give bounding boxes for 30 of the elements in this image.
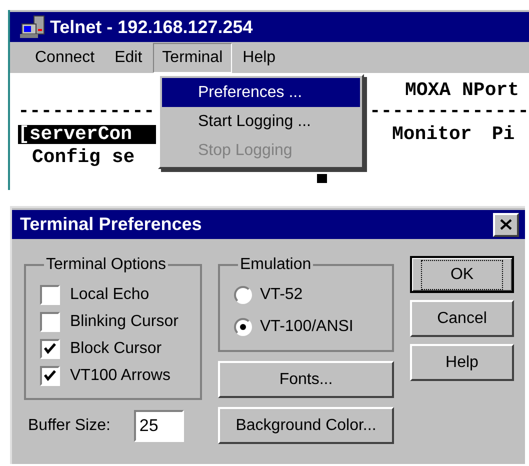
- dialog-button[interactable]: Help: [410, 344, 514, 381]
- terminal-text: Pi: [492, 124, 515, 144]
- terminal-text: Config se: [32, 148, 135, 167]
- radio-label: VT-100/ANSI: [260, 317, 354, 337]
- checkbox-label: Block Cursor: [70, 338, 162, 358]
- group-title: Terminal Options: [45, 255, 168, 275]
- terminal-text: Monitor: [392, 124, 472, 144]
- dialog-button[interactable]: Fonts...: [218, 361, 394, 398]
- menu-item[interactable]: Edit: [106, 42, 152, 72]
- menu-option[interactable]: Start Logging ...: [162, 107, 360, 136]
- buffer-size-field[interactable]: 25: [134, 410, 184, 442]
- menu-item[interactable]: Connect: [26, 42, 104, 72]
- dialog-button[interactable]: Background Color...: [218, 407, 394, 444]
- checkbox-label: Local Echo: [70, 284, 150, 304]
- checkbox-label: VT100 Arrows: [70, 366, 170, 386]
- menu-option[interactable]: Preferences ...: [162, 78, 360, 107]
- menu-item[interactable]: Help: [234, 42, 285, 72]
- terminal-text: ------------: [18, 102, 155, 120]
- checkbox-label: Blinking Cursor: [70, 312, 178, 332]
- terminal-text: MOXA NPort: [405, 81, 520, 100]
- menu-item[interactable]: Terminal: [153, 42, 232, 72]
- window-title: Telnet - 192.168.127.254: [50, 16, 253, 38]
- dialog-button[interactable]: OK: [410, 256, 514, 293]
- radio-label: VT-52: [260, 285, 303, 305]
- terminal-text: --------------: [369, 102, 529, 120]
- dialog-title: Terminal Preferences: [20, 213, 202, 236]
- group-title: Emulation: [239, 255, 312, 275]
- terminal-text: [serverCon: [18, 124, 156, 144]
- dialog-button[interactable]: Cancel: [410, 300, 514, 337]
- field-label: Buffer Size:: [28, 416, 110, 436]
